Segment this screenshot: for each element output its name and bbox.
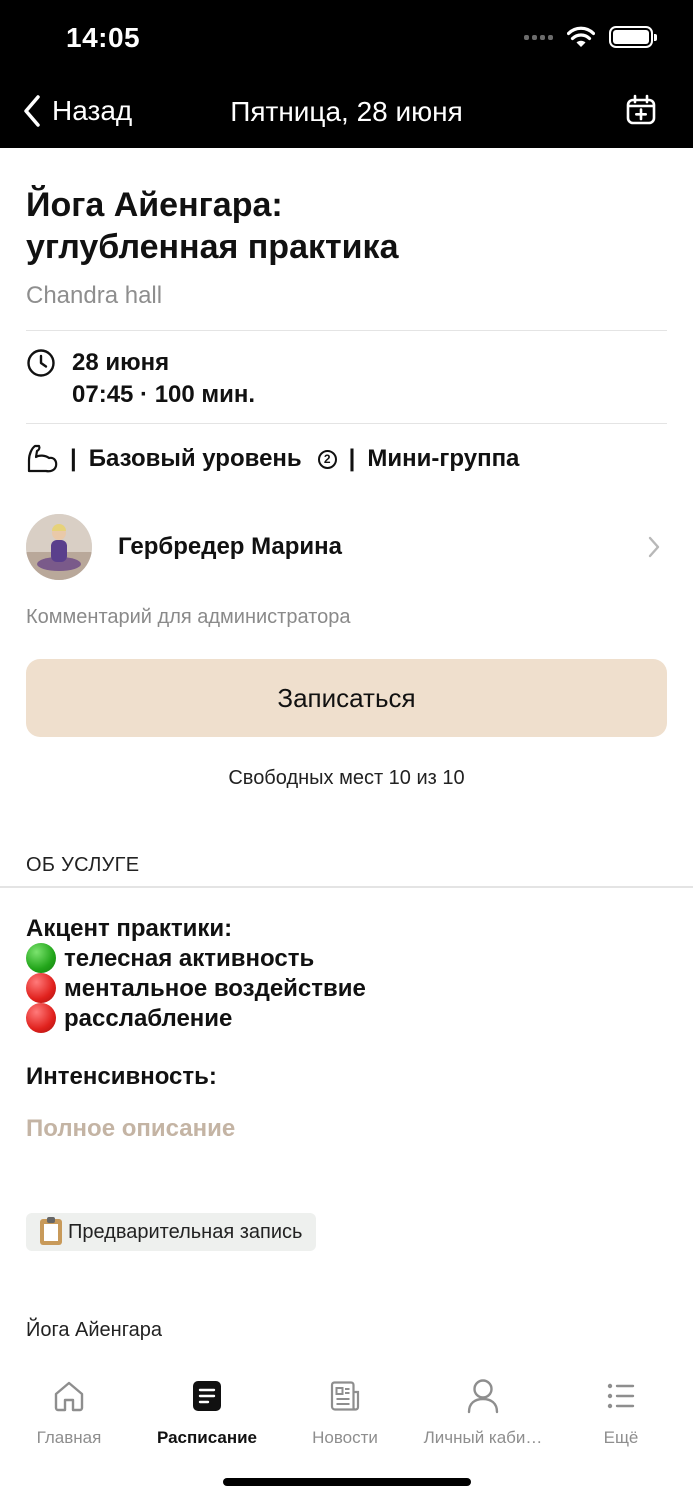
tab-schedule[interactable]: Расписание — [138, 1378, 276, 1448]
tab-news[interactable]: Новости — [276, 1378, 414, 1448]
add-to-calendar-button[interactable] — [625, 94, 657, 131]
free-spots: Свободных мест 10 из 10 — [228, 767, 465, 789]
level-separator: | — [70, 445, 77, 472]
more-icon — [607, 1383, 635, 1409]
intensity-label: Интенсивность: — [26, 1063, 217, 1090]
calendar-add-icon — [626, 94, 656, 125]
battery-icon — [609, 26, 657, 48]
preregistration-label: Предварительная запись — [68, 1220, 303, 1243]
admin-comment-field[interactable]: Комментарий для администратора — [26, 606, 667, 629]
home-icon — [54, 1381, 84, 1412]
trainer-avatar — [26, 514, 92, 580]
class-date: 28 июня — [72, 349, 170, 376]
status-icons — [524, 26, 657, 48]
class-details: Йога Айенгара: углубленная практика Chan… — [26, 148, 667, 877]
trainer-row[interactable]: Гербредер Марина — [26, 514, 667, 580]
clock-icon — [27, 349, 55, 377]
accent-item-relax: расслабление — [26, 1003, 667, 1033]
preregistration-tag: Предварительная запись — [26, 1213, 317, 1251]
datetime-row: 28 июня 07:45 · 100 мин. — [26, 331, 667, 423]
group-separator: | — [348, 445, 356, 472]
level-help-icon[interactable]: 2 — [317, 449, 337, 469]
news-icon — [330, 1381, 360, 1411]
schedule-icon — [193, 1381, 221, 1411]
tab-profile[interactable]: Личный каби… — [414, 1378, 552, 1448]
profile-icon — [467, 1379, 499, 1414]
status-time: 14:05 — [66, 22, 141, 53]
wifi-icon — [567, 26, 595, 47]
top-bar: 14:05 Назад Пятница, 28 июня — [0, 0, 693, 148]
tab-more[interactable]: Ещё — [552, 1378, 690, 1448]
chevron-left-icon — [24, 95, 40, 127]
muscle-arm-icon — [27, 444, 58, 473]
level-row: | Базовый уровень 2 | Мини-группа — [26, 424, 667, 494]
level-label: Базовый уровень — [88, 445, 302, 472]
back-button[interactable]: Назад — [22, 94, 132, 128]
class-title-line2: углубленная практика — [26, 228, 399, 266]
cellular-signal-icon — [524, 34, 553, 40]
green-circle-icon — [26, 943, 56, 973]
signup-button[interactable]: Записаться — [26, 659, 667, 737]
home-indicator — [223, 1478, 471, 1486]
hall-name: Chandra hall — [26, 282, 163, 309]
red-circle-icon — [26, 973, 56, 1003]
category-name: Йога Айенгара — [26, 1319, 162, 1341]
accent-item-body: телесная активность — [26, 943, 667, 973]
tab-home[interactable]: Главная — [0, 1378, 138, 1448]
trainer-name: Гербредер Марина — [118, 533, 343, 560]
class-title-line1: Йога Айенгара: — [26, 186, 283, 224]
accent-title: Акцент практики: — [26, 915, 233, 942]
red-circle-icon — [26, 1003, 56, 1033]
about-section: Акцент практики: телесная активность мен… — [26, 868, 667, 1342]
clipboard-icon — [40, 1217, 62, 1245]
accent-block: Акцент практики: телесная активность мен… — [26, 914, 667, 1033]
class-time: 07:45 · 100 мин. — [72, 381, 256, 408]
chevron-right-icon — [648, 536, 660, 558]
group-type: Мини-группа — [367, 445, 520, 472]
accent-item-mental: ментальное воздействие — [26, 973, 667, 1003]
class-title: Йога Айенгара: углубленная практика — [26, 184, 667, 268]
full-description-link[interactable]: Полное описание — [26, 1115, 667, 1143]
back-label: Назад — [52, 95, 133, 126]
